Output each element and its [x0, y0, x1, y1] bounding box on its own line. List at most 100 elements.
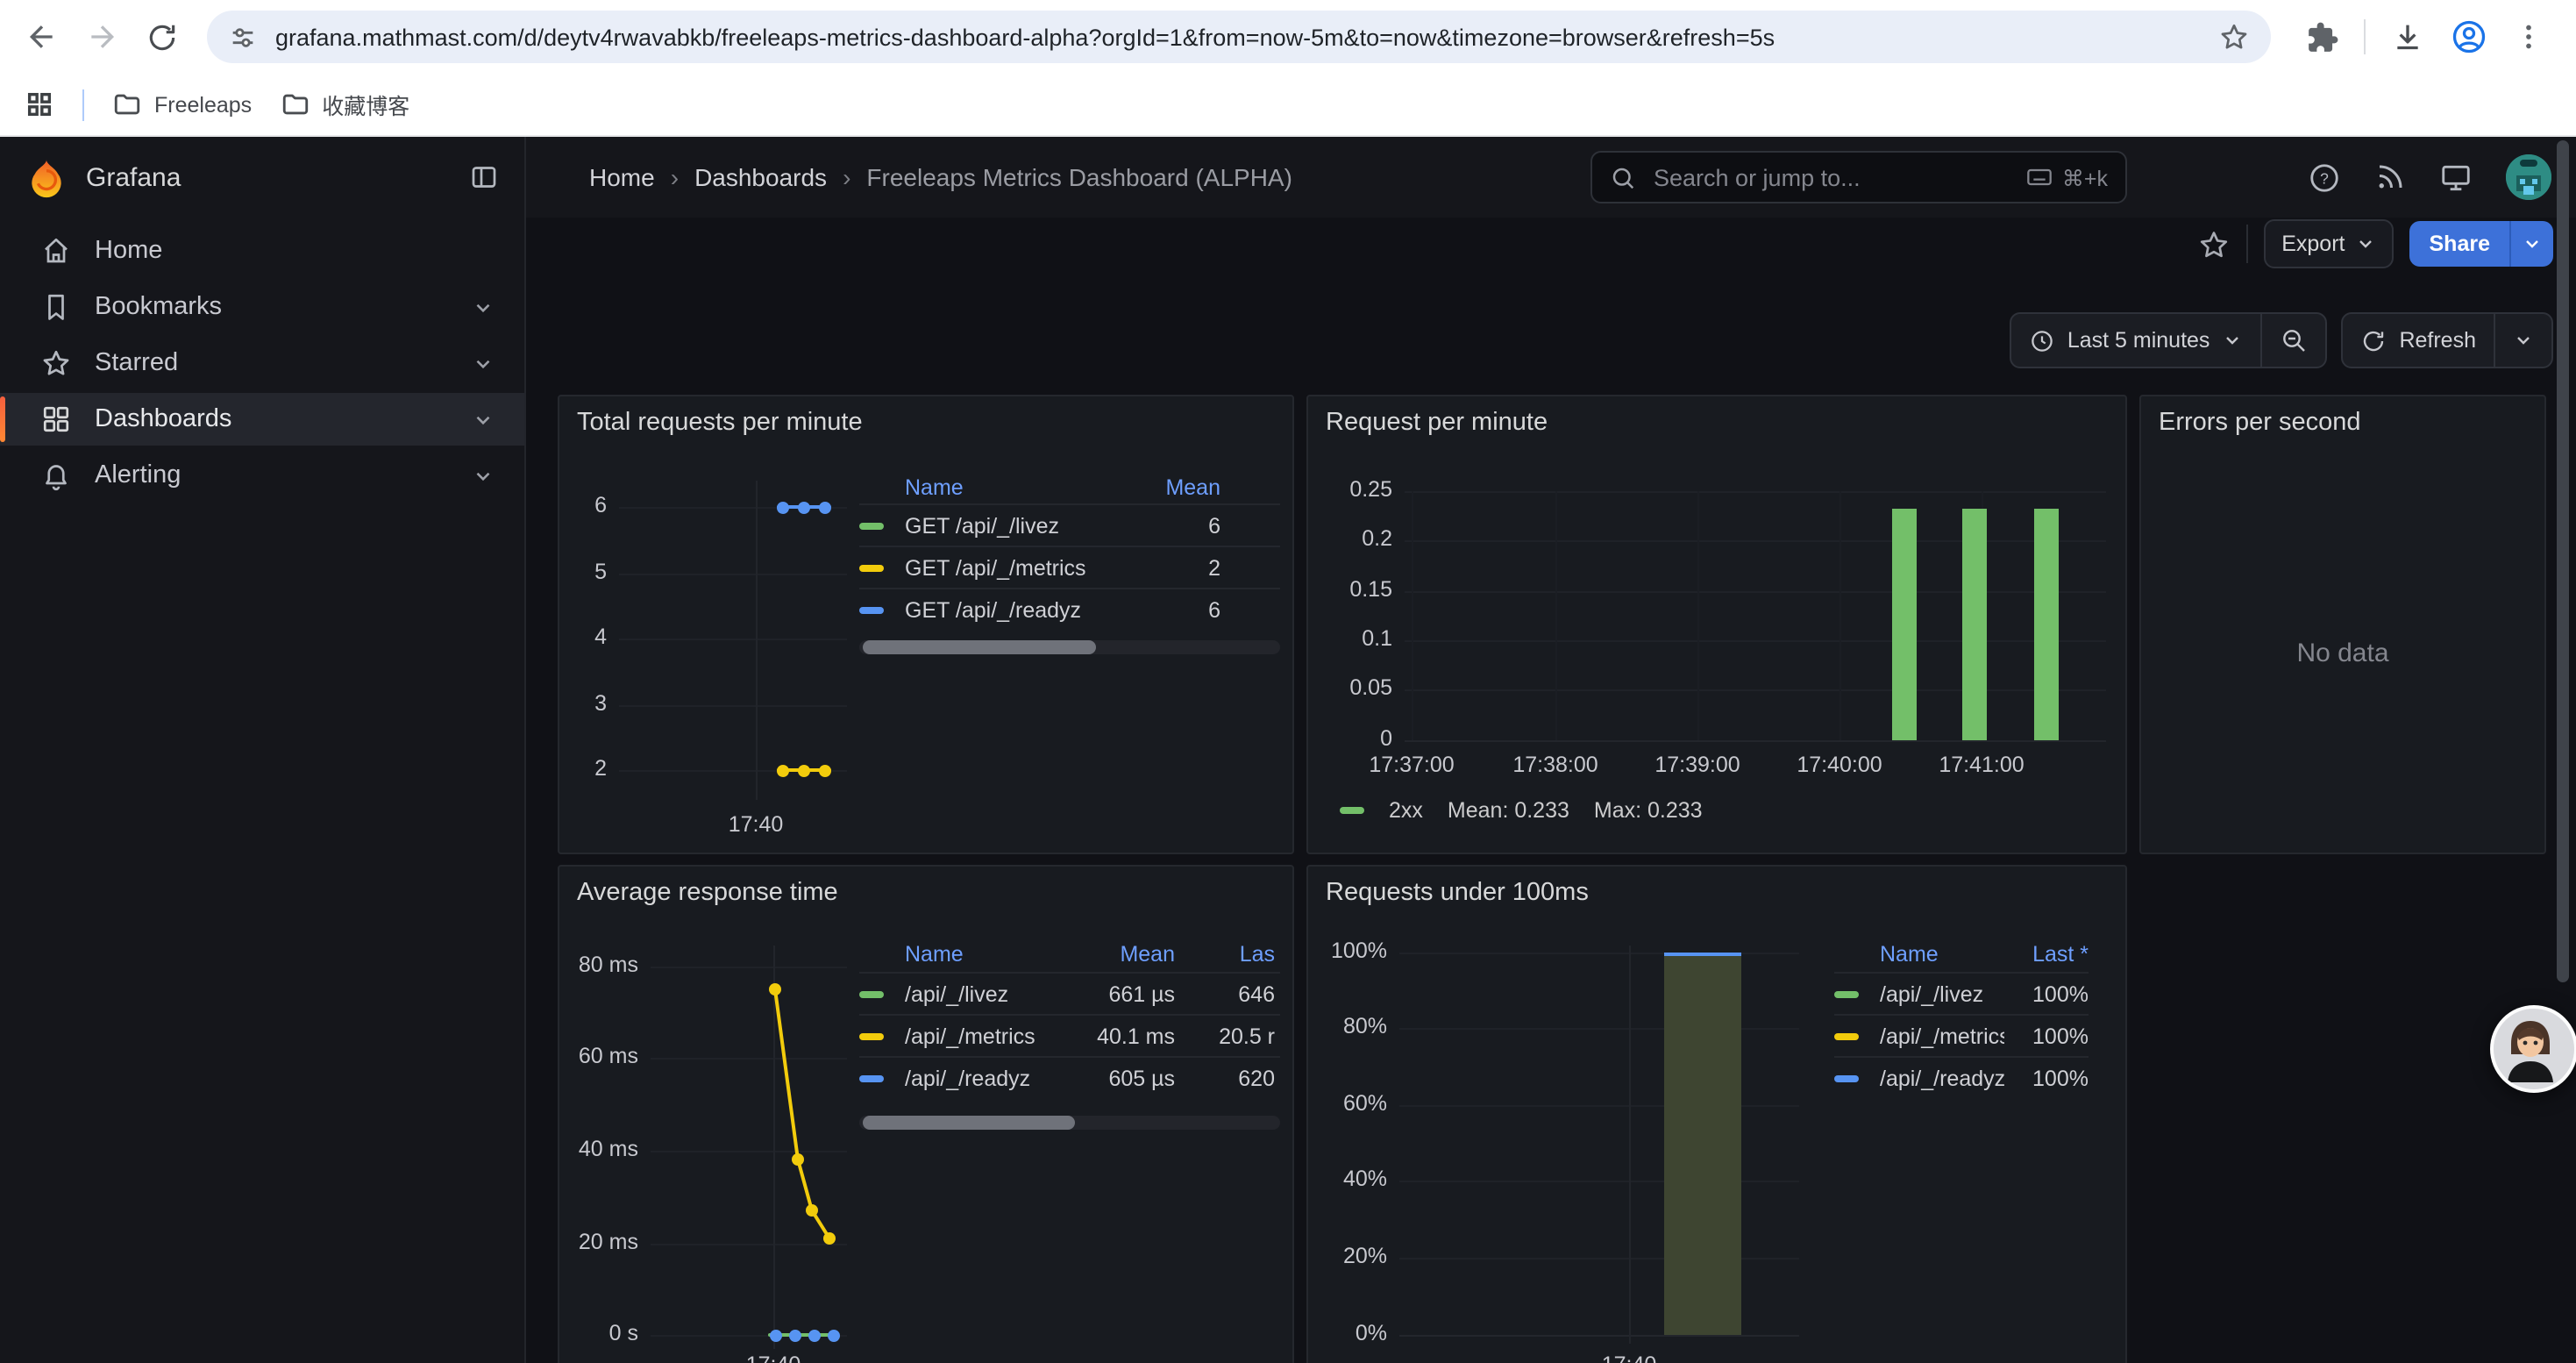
download-icon[interactable] [2390, 19, 2425, 54]
bookmark-folder-freeleaps[interactable]: Freeleaps [112, 89, 252, 119]
share-button[interactable]: Share [2410, 221, 2510, 267]
help-icon[interactable]: ? [2308, 161, 2341, 194]
chevron-down-icon[interactable] [472, 352, 495, 375]
zoom-out-icon [2280, 326, 2308, 354]
legend-series-name[interactable]: /api/_/metrics [1880, 1024, 2004, 1048]
sidebar-item-label: Home [95, 237, 524, 265]
monitor-icon[interactable] [2439, 161, 2473, 194]
assistant-avatar[interactable] [2490, 1005, 2576, 1093]
search-box[interactable]: ⌘+k [1590, 151, 2127, 203]
panel-requests-under-100ms: Requests under 100ms 100% 80% 60% 40% 20… [1306, 865, 2127, 1363]
legend-series-name[interactable]: /api/_/livez [1880, 981, 2004, 1006]
grafana-header: Grafana Home › Dashboards › Freeleaps Me… [0, 137, 2576, 219]
legend-row: /api/_/readyz 100% [1834, 1056, 2089, 1098]
legend-header-name[interactable]: Name [1880, 942, 2004, 967]
favorite-star-icon[interactable] [2197, 227, 2231, 260]
legend-series-name[interactable]: GET /api/_/livez [905, 513, 1115, 538]
panel-title[interactable]: Average response time [577, 879, 838, 907]
data-point [798, 501, 810, 513]
apps-grid-icon[interactable] [25, 89, 54, 119]
legend-header-mean[interactable]: Mean [1077, 942, 1175, 967]
news-rss-icon[interactable] [2374, 161, 2406, 193]
sidebar-item-bookmarks[interactable]: Bookmarks [0, 281, 524, 333]
zoom-out-button[interactable] [2262, 314, 2325, 367]
sidebar: Home Bookmarks Starred Dashboards Alerti [0, 218, 526, 1363]
back-icon [25, 19, 60, 54]
chevron-down-icon[interactable] [472, 464, 495, 487]
legend-series-name[interactable]: /api/_/readyz [1880, 1066, 2004, 1090]
time-range-picker[interactable]: Last 5 minutes [2011, 314, 2261, 367]
legend-series-mean: 40.1 ms [1077, 1024, 1175, 1048]
breadcrumb-current: Freeleaps Metrics Dashboard (ALPHA) [866, 163, 1292, 191]
legend-scrollbar[interactable] [859, 1116, 1280, 1130]
site-settings-icon[interactable] [228, 22, 258, 52]
y-tick: 60 ms [559, 1044, 638, 1068]
profile-icon[interactable] [2450, 18, 2488, 56]
legend-header-last[interactable]: Las [1175, 942, 1275, 967]
series-swatch [1834, 1032, 1859, 1039]
y-tick: 80 ms [559, 953, 638, 977]
series-swatch [859, 606, 884, 613]
legend-header-name[interactable]: Name [905, 942, 1077, 967]
sidebar-item-home[interactable]: Home [0, 225, 524, 277]
breadcrumb-dashboards[interactable]: Dashboards [694, 163, 827, 191]
x-tick: 17:40 [714, 812, 798, 837]
forward-button[interactable] [77, 12, 126, 61]
legend-row: /api/_/livez 661 µs 646 [859, 972, 1280, 1014]
address-bar[interactable]: grafana.mathmast.com/d/deytv4rwavabkb/fr… [207, 11, 2271, 63]
y-tick: 4 [559, 624, 607, 649]
grafana-brand[interactable]: Grafana [86, 162, 181, 192]
keyboard-icon [2025, 163, 2053, 191]
bookmark-star-icon[interactable] [2218, 21, 2250, 53]
legend-series-mean: 6 [1115, 597, 1220, 622]
legend-series-name[interactable]: GET /api/_/metrics [905, 555, 1115, 580]
chevron-down-icon[interactable] [472, 296, 495, 318]
y-tick: 20% [1308, 1244, 1387, 1268]
panel-title[interactable]: Total requests per minute [577, 409, 863, 437]
legend-series-mean: 6 [1115, 513, 1220, 538]
sidebar-item-label: Starred [95, 349, 472, 377]
panel-title[interactable]: Requests under 100ms [1326, 879, 1589, 907]
menu-kebab-icon[interactable] [2513, 21, 2544, 53]
panel-total-requests: Total requests per minute 6 5 4 3 2 [558, 395, 1294, 854]
x-tick: 17:40:00 [1787, 753, 1892, 777]
legend-header-last[interactable]: Last * [2004, 942, 2089, 967]
panel-title[interactable]: Errors per second [2159, 409, 2361, 437]
legend-header-mean[interactable]: Mean [1115, 475, 1220, 499]
export-button[interactable]: Export [2264, 219, 2394, 268]
refresh-interval-button[interactable] [2495, 314, 2551, 367]
legend-series-name[interactable]: GET /api/_/readyz [905, 597, 1115, 622]
legend-scrollbar[interactable] [859, 640, 1280, 654]
refresh-button[interactable]: Refresh [2343, 314, 2494, 367]
reload-button[interactable] [137, 12, 186, 61]
bookmark-folder-blogs[interactable]: 收藏博客 [280, 88, 409, 121]
search-input[interactable] [1650, 162, 2011, 192]
chevron-down-icon[interactable] [472, 408, 495, 431]
legend-row: /api/_/readyz 605 µs 620 [859, 1056, 1280, 1098]
toolbar-divider [2246, 225, 2248, 263]
grafana-logo[interactable] [25, 155, 68, 199]
sidebar-item-alerting[interactable]: Alerting [0, 449, 524, 502]
legend-series-name[interactable]: /api/_/readyz [905, 1066, 1077, 1090]
breadcrumb-home[interactable]: Home [589, 163, 655, 191]
page-scrollbar[interactable] [2557, 140, 2569, 982]
gridline [1405, 491, 2106, 493]
legend-series-name[interactable]: /api/_/livez [905, 981, 1077, 1006]
user-avatar[interactable] [2506, 154, 2551, 200]
legend-header-name[interactable]: Name [905, 475, 1115, 499]
url-text[interactable]: grafana.mathmast.com/d/deytv4rwavabkb/fr… [275, 24, 2201, 50]
sidebar-item-dashboards[interactable]: Dashboards [0, 393, 524, 446]
legend-series-name[interactable]: 2xx [1389, 798, 1423, 823]
legend-row: GET /api/_/readyz 6 [859, 588, 1280, 630]
extensions-icon[interactable] [2306, 20, 2339, 54]
legend-series-name[interactable]: /api/_/metrics [905, 1024, 1077, 1048]
gridline-vertical [1555, 491, 1557, 740]
y-tick: 0.1 [1308, 626, 1392, 651]
sidebar-toggle-icon[interactable] [468, 161, 500, 193]
legend-row: GET /api/_/metrics 2 [859, 546, 1280, 588]
panel-title[interactable]: Request per minute [1326, 409, 1548, 437]
share-menu-button[interactable] [2509, 221, 2553, 267]
sidebar-item-starred[interactable]: Starred [0, 337, 524, 389]
gridline [1405, 540, 2106, 542]
back-button[interactable] [18, 12, 67, 61]
